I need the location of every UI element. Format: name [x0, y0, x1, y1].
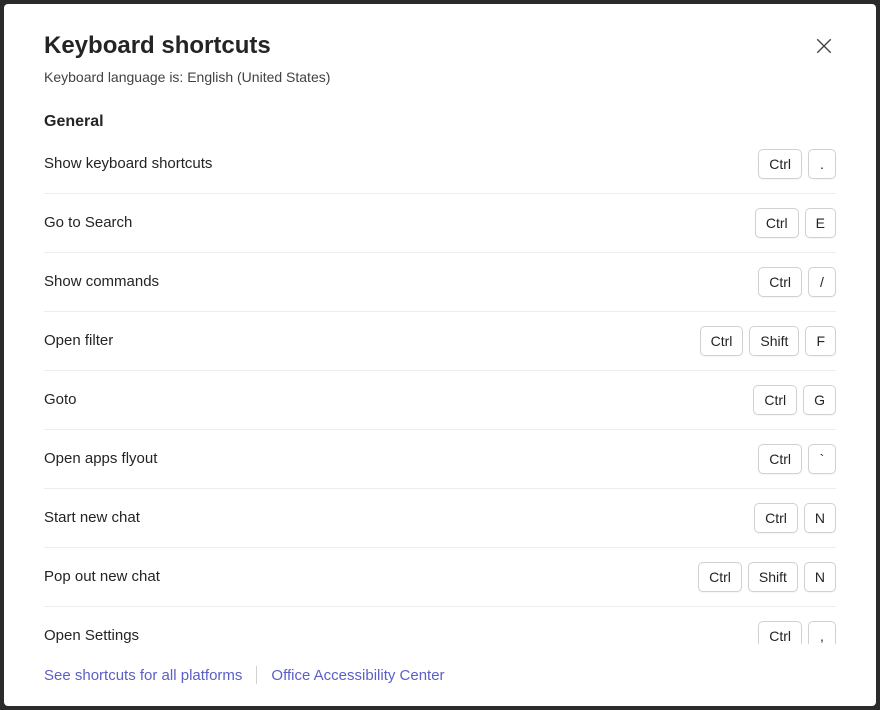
shortcut-row: Goto CtrlG: [44, 371, 836, 430]
keycap: Ctrl: [753, 385, 797, 415]
keycap: Ctrl: [758, 621, 802, 644]
keycap: E: [805, 208, 836, 238]
close-button[interactable]: [812, 34, 836, 58]
shortcut-row: Show commands Ctrl/: [44, 253, 836, 312]
keycap: Ctrl: [758, 444, 802, 474]
keycap: Ctrl: [755, 208, 799, 238]
keycap: Ctrl: [700, 326, 744, 356]
keyboard-shortcuts-dialog: Keyboard shortcuts Keyboard language is:…: [4, 4, 876, 706]
dialog-footer: See shortcuts for all platforms Office A…: [4, 644, 876, 706]
shortcut-keys: Ctrl`: [758, 444, 836, 474]
shortcut-keys: CtrlE: [755, 208, 836, 238]
keycap: N: [804, 503, 836, 533]
close-icon: [815, 37, 833, 55]
footer-divider: [256, 666, 257, 684]
keycap: N: [804, 562, 836, 592]
dialog-title: Keyboard shortcuts: [44, 32, 271, 61]
keycap: ,: [808, 621, 836, 644]
shortcut-row: Start new chat CtrlN: [44, 489, 836, 548]
shortcut-label: Show keyboard shortcuts: [44, 155, 212, 172]
shortcut-keys: Ctrl.: [758, 149, 836, 179]
shortcut-label: Show commands: [44, 273, 159, 290]
keycap: Shift: [748, 562, 798, 592]
shortcut-label: Open apps flyout: [44, 450, 157, 467]
dialog-header: Keyboard shortcuts: [44, 32, 836, 61]
keycap: Ctrl: [698, 562, 742, 592]
keycap: F: [805, 326, 836, 356]
shortcut-keys: Ctrl,: [758, 621, 836, 644]
link-accessibility[interactable]: Office Accessibility Center: [271, 667, 444, 684]
keycap: G: [803, 385, 836, 415]
shortcut-label: Open filter: [44, 332, 113, 349]
shortcut-row: Open filter CtrlShiftF: [44, 312, 836, 371]
shortcut-keys: Ctrl/: [758, 267, 836, 297]
shortcut-row: Show keyboard shortcuts Ctrl.: [44, 135, 836, 194]
keycap: Ctrl: [754, 503, 798, 533]
shortcut-keys: CtrlShiftN: [698, 562, 836, 592]
keycap: Ctrl: [758, 267, 802, 297]
shortcut-row: Open apps flyout Ctrl`: [44, 430, 836, 489]
shortcut-label: Go to Search: [44, 214, 132, 231]
shortcut-keys: CtrlG: [753, 385, 836, 415]
shortcut-keys: CtrlShiftF: [700, 326, 836, 356]
dialog-scroll-area[interactable]: Keyboard shortcuts Keyboard language is:…: [4, 4, 876, 644]
section-title: General: [44, 113, 836, 131]
shortcut-label: Open Settings: [44, 627, 139, 644]
dialog-subtitle: Keyboard language is: English (United St…: [44, 69, 836, 85]
shortcut-row: Pop out new chat CtrlShiftN: [44, 548, 836, 607]
shortcut-label: Pop out new chat: [44, 568, 160, 585]
shortcut-label: Goto: [44, 391, 77, 408]
keycap: Shift: [749, 326, 799, 356]
keycap: Ctrl: [758, 149, 802, 179]
shortcut-label: Start new chat: [44, 509, 140, 526]
shortcut-list: Show keyboard shortcuts Ctrl. Go to Search…: [44, 135, 836, 644]
keycap: /: [808, 267, 836, 297]
link-all-platforms[interactable]: See shortcuts for all platforms: [44, 667, 242, 684]
shortcut-row: Go to Search CtrlE: [44, 194, 836, 253]
shortcut-keys: CtrlN: [754, 503, 836, 533]
shortcut-row: Open Settings Ctrl,: [44, 607, 836, 644]
keycap: .: [808, 149, 836, 179]
keycap: `: [808, 444, 836, 474]
